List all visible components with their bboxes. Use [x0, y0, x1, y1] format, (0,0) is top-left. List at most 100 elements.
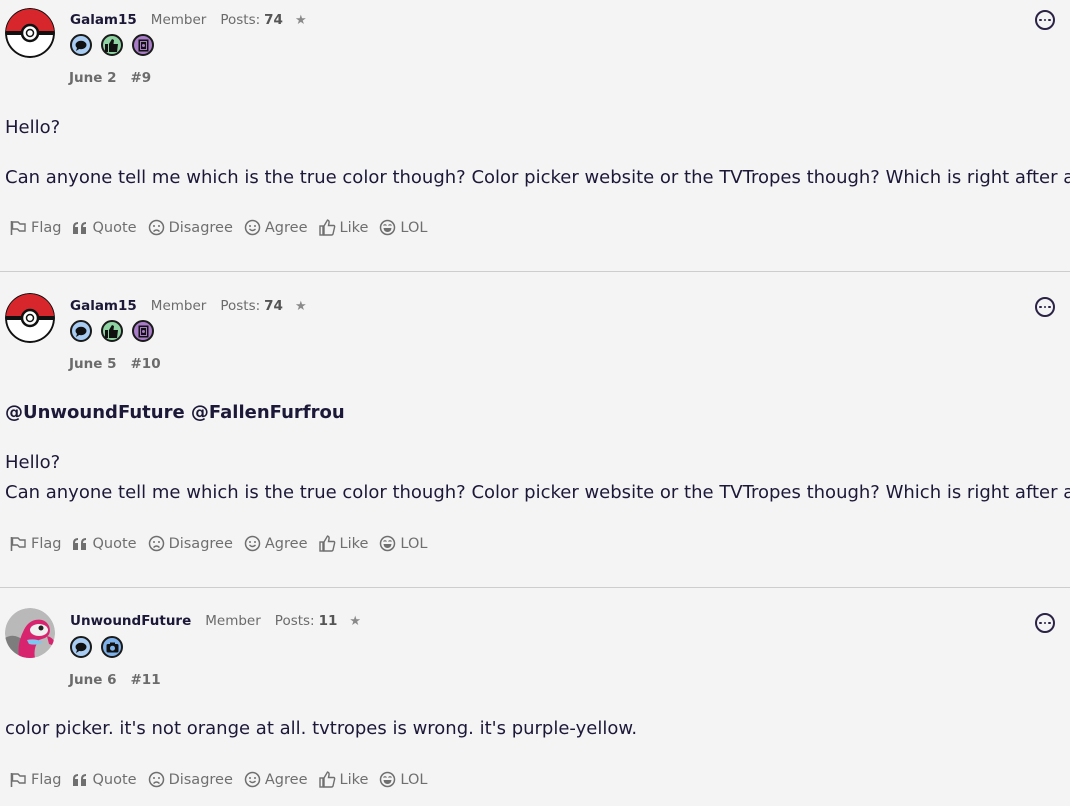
thumbs-up-badge-icon[interactable] [101, 34, 123, 56]
frown-icon [148, 771, 164, 788]
post-number[interactable]: #9 [131, 70, 152, 86]
quote-icon [73, 773, 87, 786]
mentions[interactable]: @UnwoundFuture @FallenFurfrou [5, 398, 1070, 428]
disagree-button[interactable]: Disagree [148, 535, 233, 552]
like-button[interactable]: Like [318, 535, 369, 552]
username[interactable]: UnwoundFuture [70, 613, 191, 629]
thumbs-up-icon [318, 771, 335, 788]
post-date[interactable]: June 2 [69, 70, 117, 86]
lol-button[interactable]: LOL [379, 219, 427, 236]
post-number[interactable]: #11 [131, 672, 161, 688]
laugh-icon [380, 771, 396, 788]
chat-badge-icon[interactable] [70, 320, 92, 342]
post-number[interactable]: #10 [131, 356, 161, 372]
camera-badge-icon[interactable] [101, 636, 123, 658]
agree-button[interactable]: Agree [244, 535, 308, 552]
post-count: 11 [318, 613, 338, 629]
disagree-button[interactable]: Disagree [148, 219, 233, 236]
disagree-label: Disagree [168, 219, 233, 236]
post-paragraph: Hello? [5, 117, 61, 138]
more-options-icon[interactable] [1035, 297, 1055, 317]
like-label: Like [339, 771, 369, 788]
agree-label: Agree [264, 535, 308, 552]
post-dateline: June 2 #9 [69, 70, 151, 86]
like-label: Like [339, 219, 369, 236]
post-date[interactable]: June 6 [69, 672, 117, 688]
chat-badge-icon[interactable] [70, 636, 92, 658]
flag-button[interactable]: Flag [10, 772, 61, 788]
post-dateline: June 6 #11 [69, 672, 161, 688]
flag-button[interactable]: Flag [10, 220, 61, 236]
post-dateline: June 5 #10 [69, 356, 161, 372]
laugh-icon [380, 535, 396, 552]
flag-icon [10, 220, 26, 235]
user-meta: Galam15 Member Posts: 74 ★ [70, 298, 307, 314]
lol-label: LOL [400, 219, 428, 236]
more-options-icon[interactable] [1035, 10, 1055, 30]
posts-label: Posts: [274, 613, 315, 629]
quote-label: Quote [92, 535, 137, 552]
post-body: @UnwoundFuture @FallenFurfrou Hello? Can… [5, 398, 1070, 508]
username[interactable]: Galam15 [70, 12, 137, 28]
chat-badge-icon[interactable] [70, 34, 92, 56]
post-9: Galam15 Member Posts: 74 ★ June 2 #9 Hell… [0, 0, 1070, 271]
book-badge-icon[interactable] [132, 320, 154, 342]
flag-icon [10, 536, 26, 551]
post-date[interactable]: June 5 [69, 356, 117, 372]
quote-icon [73, 221, 87, 234]
quote-button[interactable]: Quote [72, 772, 137, 788]
quote-icon [73, 537, 87, 550]
lol-label: LOL [400, 535, 428, 552]
user-meta: UnwoundFuture Member Posts: 11 ★ [70, 613, 361, 629]
user-role: Member [150, 298, 207, 314]
post-paragraph: Can anyone tell me which is the true col… [5, 482, 1070, 503]
user-role: Member [205, 613, 261, 629]
post-paragraph: Hello? [5, 452, 61, 473]
quote-button[interactable]: Quote [72, 219, 137, 236]
post-paragraph: Can anyone tell me which is the true col… [5, 167, 1070, 188]
username[interactable]: Galam15 [70, 298, 137, 314]
user-role: Member [150, 12, 207, 28]
agree-button[interactable]: Agree [244, 219, 308, 236]
smile-icon [244, 219, 261, 236]
avatar[interactable] [5, 608, 55, 658]
posts-label: Posts: [220, 298, 261, 314]
agree-button[interactable]: Agree [244, 771, 308, 788]
disagree-button[interactable]: Disagree [148, 771, 233, 788]
flag-button[interactable]: Flag [10, 536, 61, 552]
flag-icon [10, 772, 26, 787]
laugh-icon [380, 219, 396, 236]
flag-label: Flag [31, 219, 62, 236]
like-button[interactable]: Like [318, 219, 369, 236]
badges [70, 34, 154, 56]
like-button[interactable]: Like [318, 771, 369, 788]
avatar[interactable] [5, 293, 55, 343]
post-11: UnwoundFuture Member Posts: 11 ★ June 6 #… [0, 588, 1070, 806]
smile-icon [244, 535, 261, 552]
quote-label: Quote [92, 219, 137, 236]
star-icon: ★ [294, 12, 307, 28]
thumbs-up-icon [318, 535, 335, 552]
badges [70, 320, 154, 342]
user-meta: Galam15 Member Posts: 74 ★ [70, 12, 307, 28]
post-actions: Flag Quote Disagree Agree Like LOL [10, 771, 438, 788]
flag-label: Flag [31, 535, 62, 552]
thumbs-up-badge-icon[interactable] [101, 320, 123, 342]
like-label: Like [339, 535, 369, 552]
smile-icon [244, 771, 261, 788]
book-badge-icon[interactable] [132, 34, 154, 56]
post-actions: Flag Quote Disagree Agree Like LOL [10, 219, 438, 236]
avatar[interactable] [5, 8, 55, 58]
star-icon: ★ [349, 613, 362, 629]
lol-button[interactable]: LOL [379, 535, 427, 552]
lol-button[interactable]: LOL [379, 771, 427, 788]
pokeball-avatar-icon [5, 8, 55, 58]
post-actions: Flag Quote Disagree Agree Like LOL [10, 535, 438, 552]
lol-label: LOL [400, 771, 428, 788]
quote-button[interactable]: Quote [72, 535, 137, 552]
disagree-label: Disagree [168, 771, 233, 788]
pokemon-avatar-icon [5, 608, 55, 658]
star-icon: ★ [294, 298, 307, 314]
more-options-icon[interactable] [1035, 613, 1055, 633]
post-body: color picker. it's not orange at all. tv… [5, 714, 637, 744]
